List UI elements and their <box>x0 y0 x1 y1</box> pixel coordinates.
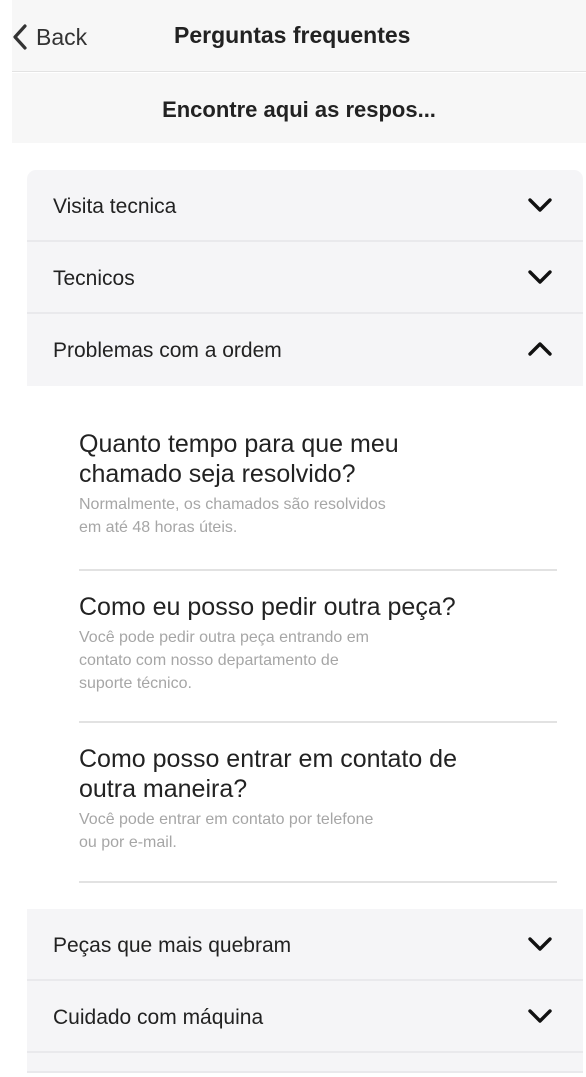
chevron-down-icon <box>528 198 552 212</box>
section-label: Tecnicos <box>53 267 135 290</box>
section-visita-tecnica[interactable]: Visita tecnica <box>27 170 583 242</box>
chevron-down-icon <box>528 937 552 951</box>
faq-accordion: Visita tecnica Tecnicos Problemas com a … <box>27 170 583 1073</box>
section-tecnicos[interactable]: Tecnicos <box>27 242 583 314</box>
faq-item[interactable]: Como posso entrar em contato de outra ma… <box>79 744 557 854</box>
section-label: Problemas com a ordem <box>53 339 282 362</box>
faq-question: Como eu posso pedir outra peça? <box>79 593 456 621</box>
divider <box>79 881 557 883</box>
faq-answer: Você pode pedir outra peça entrando em c… <box>79 629 369 692</box>
back-label: Back <box>36 23 88 50</box>
chevron-down-icon <box>528 270 552 284</box>
search-hint-bar[interactable]: Encontre aqui as respos... <box>12 73 586 143</box>
faq-question: Quanto tempo para que meu chamado seja r… <box>79 430 399 488</box>
section-cuidado-com-maquina[interactable]: Cuidado com máquina <box>27 981 583 1053</box>
section-label: Visita tecnica <box>53 195 177 218</box>
faq-answer: Normalmente, os chamados são resolvidos … <box>79 496 386 536</box>
divider <box>79 569 557 571</box>
section-problemas-com-a-ordem[interactable]: Problemas com a ordem <box>27 314 583 386</box>
search-hint-text: Encontre aqui as respos... <box>162 97 436 122</box>
chevron-down-icon <box>528 1009 552 1023</box>
section-label: Peças que mais quebram <box>53 934 292 957</box>
faq-answer: Você pode entrar em contato por telefone… <box>79 811 374 851</box>
nav-header: Back Perguntas frequentes <box>12 0 586 72</box>
section-label: Cuidado com máquina <box>53 1006 264 1029</box>
section-partial-row <box>27 1053 583 1073</box>
chevron-up-icon <box>528 342 552 356</box>
faq-item[interactable]: Quanto tempo para que meu chamado seja r… <box>79 429 557 539</box>
page-title: Perguntas frequentes <box>174 22 411 48</box>
divider <box>79 721 557 723</box>
section-panel-problemas: Quanto tempo para que meu chamado seja r… <box>27 386 583 909</box>
faq-question: Como posso entrar em contato de outra ma… <box>79 745 457 803</box>
back-button[interactable]: Back <box>12 19 87 55</box>
faq-item[interactable]: Como eu posso pedir outra peça? Você pod… <box>79 592 557 695</box>
section-pecas-que-mais-quebram[interactable]: Peças que mais quebram <box>27 909 583 981</box>
chevron-left-icon <box>13 24 27 50</box>
